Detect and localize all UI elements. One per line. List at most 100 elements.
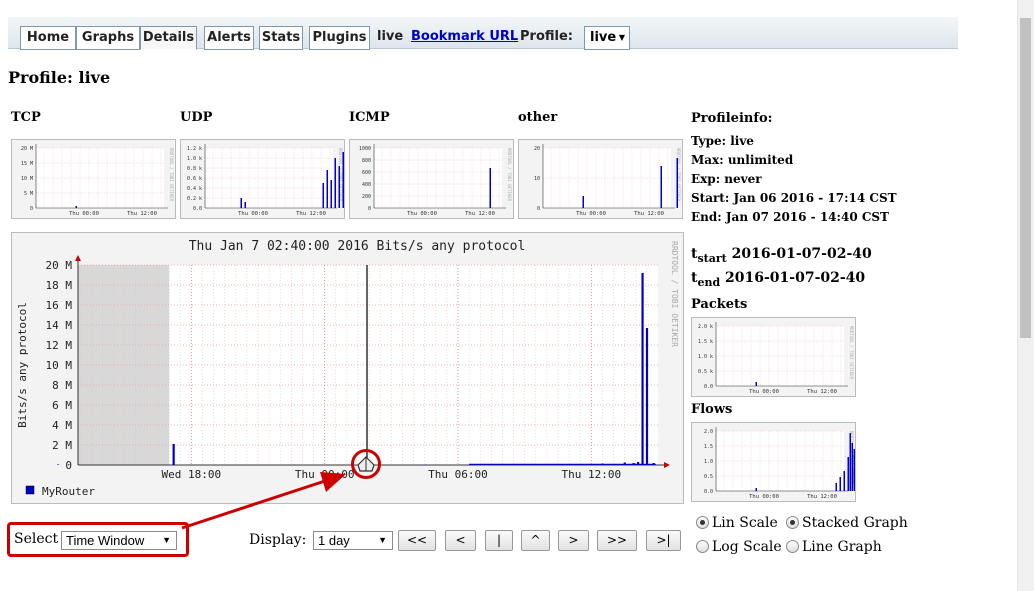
- mini-ytick-label: 800: [362, 158, 371, 164]
- mini-chart-bar: [755, 488, 757, 491]
- tab-plugins[interactable]: Plugins: [309, 26, 370, 50]
- chevron-down-icon: ▼: [378, 535, 387, 545]
- log-scale-radio[interactable]: [696, 540, 709, 553]
- main-ytick-label: 12 M: [46, 339, 73, 352]
- tend-value: 2016-01-07-02-40: [725, 270, 866, 286]
- mini-chart-bar: [330, 180, 332, 208]
- fast-forward-button[interactable]: >>: [597, 530, 637, 551]
- mini-chart-bar: [244, 202, 246, 208]
- mini-ytick-label: 20: [534, 146, 540, 152]
- flows-mini-chart[interactable]: 2.01.51.00.50.0Thu 00:00 Thu 12:00RRDTOOL…: [691, 422, 856, 502]
- mini-chart-bar: [843, 471, 845, 491]
- mini-ytick-label: 5 M: [24, 191, 33, 197]
- main-ytick-label: 16 M: [46, 299, 73, 312]
- mini-ytick-label: 200: [362, 194, 371, 200]
- mini-ytick-label: 0: [537, 206, 540, 212]
- mini-ytick-label: 0.0: [704, 489, 713, 495]
- main-ytick-label: 18 M: [46, 279, 73, 292]
- mini-chart-bar: [847, 457, 849, 491]
- mini-chart-bar: [839, 477, 841, 491]
- mini-ytick-label: 0.5: [704, 474, 713, 480]
- mini-watermark-text: RRDTOOL / TOBI OETIKER: [507, 148, 512, 202]
- select-label: Select: [14, 531, 59, 547]
- mini-chart-bar: [849, 433, 851, 491]
- main-ytick-label: 20 M: [46, 259, 73, 272]
- mini-ytick-label: 2.0: [704, 429, 713, 435]
- profileinfo-exp: Exp: never: [691, 172, 762, 186]
- tab-home[interactable]: Home: [20, 26, 76, 50]
- mini-ytick-label: 1000: [359, 146, 371, 152]
- next-button[interactable]: >: [558, 530, 589, 551]
- mini-watermark-text: RRDTOOL / TOBI OETIKER: [169, 148, 174, 202]
- udp-mini-chart[interactable]: 1.2 k 1.0 k 0.8 k 0.6 k 0.4 k 0.2 k 0.0 Thu 00:…: [180, 139, 345, 219]
- mini-ytick-label: 2.0 k: [698, 324, 713, 330]
- line-graph-label: Line Graph: [802, 539, 882, 555]
- bookmark-url-link[interactable]: Bookmark URL: [411, 29, 518, 44]
- mini-xtick-label: Thu 12:00: [465, 211, 495, 217]
- last-button[interactable]: >|: [646, 530, 681, 551]
- stacked-graph-radio[interactable]: [786, 516, 799, 529]
- mini-ytick-label: 600: [362, 170, 371, 176]
- previous-button[interactable]: <: [445, 530, 476, 551]
- center-button[interactable]: |: [485, 530, 513, 551]
- mini-chart-bar: [755, 382, 757, 386]
- time-window-select[interactable]: Time Window ▼: [61, 531, 177, 550]
- profileinfo-end: End: Jan 07 2016 - 14:40 CST: [691, 210, 889, 224]
- udp-title: UDP: [180, 110, 213, 125]
- profileinfo-max: Max: unlimited: [691, 153, 794, 167]
- mini-ytick-label: 0.2 k: [187, 196, 202, 202]
- main-chart-bar: [645, 328, 649, 465]
- mini-chart-bar: [660, 166, 662, 208]
- tcp-mini-chart[interactable]: 20 M 15 M 10 M 5 M 0 Thu 00:00 Thu 12:00 RRDTOO…: [11, 139, 176, 219]
- tab-details[interactable]: Details: [140, 26, 197, 50]
- mini-ytick-label: 1.5 k: [698, 339, 713, 345]
- mini-chart-bar: [334, 158, 336, 208]
- mini-ytick-label: 1.0 k: [698, 354, 713, 360]
- main-ytick-label: 14 M: [46, 319, 73, 332]
- main-chart-ylabel: Bits/s any protocol: [16, 302, 29, 428]
- packets-mini-chart[interactable]: 2.0 k 1.5 k 1.0 k 0.5 k 0.0 Thu 00:00 Thu 12:0…: [691, 317, 856, 397]
- lin-scale-label: Lin Scale: [712, 515, 778, 531]
- mini-ytick-label: 0.0: [193, 206, 202, 212]
- tstart-subscript: start: [697, 251, 727, 265]
- tcp-title: TCP: [11, 110, 41, 125]
- mini-xtick-label: Thu 00:00: [576, 211, 606, 217]
- mini-ytick-label: 400: [362, 182, 371, 188]
- icmp-mini-chart[interactable]: 1000 800 600 400 200 0 Thu 00:00 Thu 12:00 RRDTO…: [349, 139, 514, 219]
- main-ytick-label: 4 M: [52, 419, 72, 432]
- mini-ytick-label: 0.0: [704, 384, 713, 390]
- line-graph-radio[interactable]: [786, 540, 799, 553]
- lin-scale-radio[interactable]: [696, 516, 709, 529]
- mini-chart-bar: [322, 183, 324, 208]
- main-xtick-label: Thu 06:00: [428, 468, 488, 481]
- mini-xtick-label: Thu 12:00: [807, 389, 837, 395]
- scrollbar-thumb[interactable]: [1020, 18, 1031, 338]
- mini-ytick-label: 0.8 k: [187, 166, 202, 172]
- display-period-select[interactable]: 1 day ▼: [313, 531, 393, 550]
- up-button[interactable]: ^: [521, 530, 550, 551]
- mini-xtick-label: Thu 00:00: [69, 211, 99, 217]
- other-mini-chart[interactable]: 20100Thu 00:00 Thu 12:00RRDTOOL / TOBI OE…: [518, 139, 683, 219]
- other-title: other: [518, 110, 558, 125]
- main-chart-bar: [423, 464, 426, 465]
- chevron-down-icon: ▼: [618, 33, 625, 42]
- mini-xtick-label: Thu 12:00: [807, 494, 837, 500]
- tab-alerts[interactable]: Alerts: [204, 26, 254, 50]
- profile-name: live: [377, 29, 404, 44]
- first-button[interactable]: <<: [398, 530, 436, 551]
- profileinfo-type: Type: live: [691, 134, 754, 148]
- display-period-value: 1 day: [318, 533, 350, 548]
- tstart-label: tstart 2016-01-07-02-40: [691, 246, 872, 265]
- legend-label: MyRouter: [42, 485, 95, 498]
- tab-stats[interactable]: Stats: [259, 26, 303, 50]
- main-ytick-label: 0: [65, 459, 72, 472]
- profile-select[interactable]: live ▼: [584, 26, 630, 50]
- icmp-title: ICMP: [349, 110, 390, 125]
- mini-chart-bar: [345, 178, 346, 208]
- mini-chart-bar: [338, 166, 340, 208]
- tab-graphs[interactable]: Graphs: [76, 26, 140, 50]
- main-chart-watermark: RRDTOOL / TOBI OETIKER: [670, 241, 679, 347]
- mini-xtick-label: Thu 12:00: [296, 211, 326, 217]
- tend-label: tend 2016-01-07-02-40: [691, 270, 865, 289]
- mini-chart-bar: [342, 152, 344, 208]
